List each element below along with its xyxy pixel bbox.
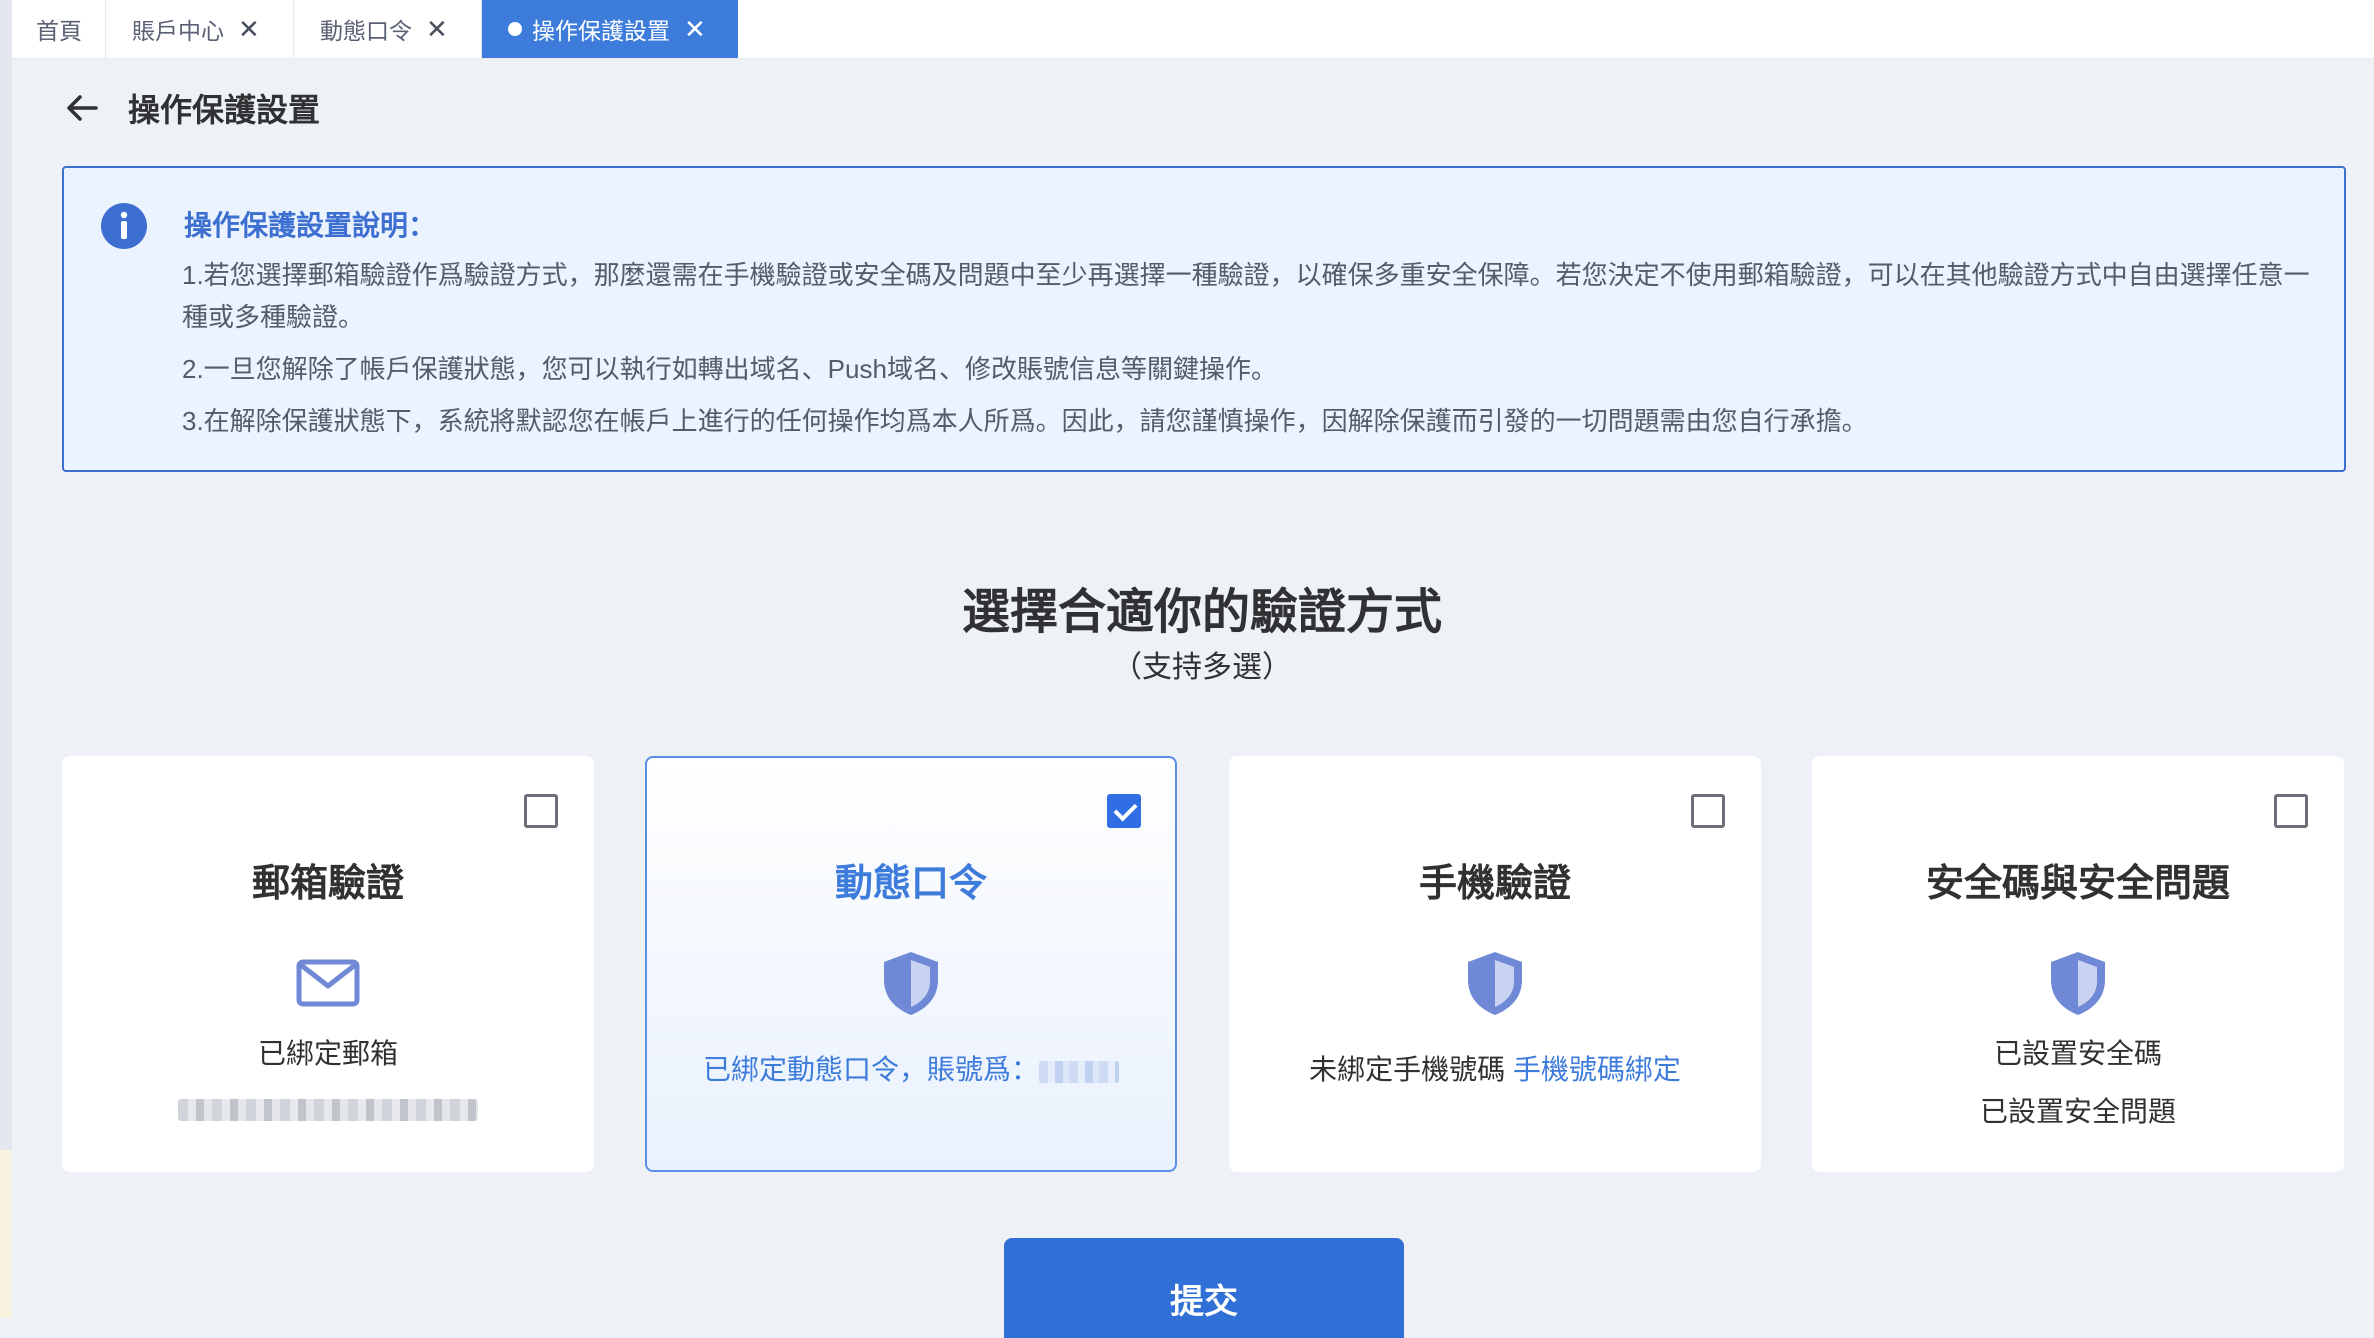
selection-subtitle: （支持多選） — [1112, 651, 1292, 684]
tab-label: 賬戶中心 — [132, 18, 224, 44]
close-icon[interactable]: ✕ — [426, 16, 448, 42]
redacted-email — [178, 1098, 478, 1121]
card-title: 動態口令 — [834, 863, 987, 905]
info-icon — [101, 203, 147, 249]
card-title: 郵箱驗證 — [251, 863, 404, 905]
card-security-code[interactable]: 安全碼與安全問題 已設置安全碼 已設置安全問題 — [1812, 756, 2344, 1172]
notice-line-2: 2.一旦您解除了帳戶保護狀態，您可以執行如轉出域名、Push域名、修改賬號信息等… — [182, 354, 1277, 384]
notice-line-3: 3.在解除保護狀態下，系統將默認您在帳戶上進行的任何操作均爲本人所爲。因此，請您… — [182, 406, 1868, 436]
card-status-row: 已綁定動態口令，賬號爲： — [647, 1048, 1175, 1088]
notice-line-1: 1.若您選擇郵箱驗證作爲驗證方式，那麼還需在手機驗證或安全碼及問題中至少再選擇一… — [182, 260, 2310, 332]
shield-icon — [884, 952, 938, 1015]
card-status: 已設置安全碼 — [1993, 1038, 2162, 1069]
notice-box: 操作保護設置說明： 1.若您選擇郵箱驗證作爲驗證方式，那麼還需在手機驗證或安全碼… — [62, 166, 2346, 472]
card-status: 已綁定郵箱 — [257, 1038, 398, 1069]
redacted-email-row — [64, 1092, 592, 1124]
tab-label: 操作保護設置 — [532, 18, 670, 44]
redacted-account — [1039, 1060, 1119, 1083]
bind-phone-link[interactable]: 手機號碼綁定 — [1513, 1054, 1681, 1085]
tab-label: 動態口令 — [320, 18, 412, 44]
card-status-row: 未綁定手機號碼 手機號碼綁定 — [1231, 1048, 1759, 1088]
shield-icon — [1468, 952, 1522, 1015]
tab-label: 首頁 — [36, 18, 82, 44]
card-phone-verification[interactable]: 手機驗證 未綁定手機號碼 手機號碼綁定 — [1229, 756, 1761, 1172]
shield-icon — [2051, 952, 2105, 1015]
checkbox-phone[interactable] — [1691, 794, 1725, 828]
card-title: 手機驗證 — [1418, 863, 1571, 905]
back-arrow-icon[interactable] — [62, 88, 102, 128]
card-title: 安全碼與安全問題 — [1925, 863, 2230, 905]
checkbox-email[interactable] — [524, 794, 558, 828]
tab-dynamic-token[interactable]: 動態口令 ✕ — [294, 0, 482, 58]
tab-home[interactable]: 首頁 — [12, 0, 106, 58]
tab-account-center[interactable]: 賬戶中心 ✕ — [106, 0, 294, 58]
submit-button[interactable]: 提交 — [1004, 1238, 1404, 1338]
checkbox-dynamic-token[interactable] — [1107, 794, 1141, 828]
card-status: 未綁定手機號碼 — [1309, 1054, 1506, 1085]
card-email-verification[interactable]: 郵箱驗證 已綁定郵箱 — [62, 756, 594, 1172]
tab-operation-protection[interactable]: 操作保護設置 ✕ — [482, 0, 738, 58]
tab-bar: 首頁 賬戶中心 ✕ 動態口令 ✕ 操作保護設置 ✕ — [12, 0, 2374, 59]
selection-title: 選擇合適你的驗證方式 — [961, 586, 1442, 639]
notice-title: 操作保護設置說明： — [184, 210, 437, 241]
close-icon[interactable]: ✕ — [684, 16, 706, 42]
checkbox-security-code[interactable] — [2274, 794, 2308, 828]
page-title: 操作保護設置 — [128, 92, 321, 128]
card-status-2: 已設置安全問題 — [1979, 1096, 2176, 1127]
active-dot-icon — [508, 22, 522, 36]
card-status: 已綁定動態口令，賬號爲： — [702, 1054, 1039, 1085]
close-icon[interactable]: ✕ — [238, 16, 260, 42]
mail-icon — [296, 959, 360, 1007]
card-dynamic-token[interactable]: 動態口令 已綁定動態口令，賬號爲： — [645, 756, 1177, 1172]
